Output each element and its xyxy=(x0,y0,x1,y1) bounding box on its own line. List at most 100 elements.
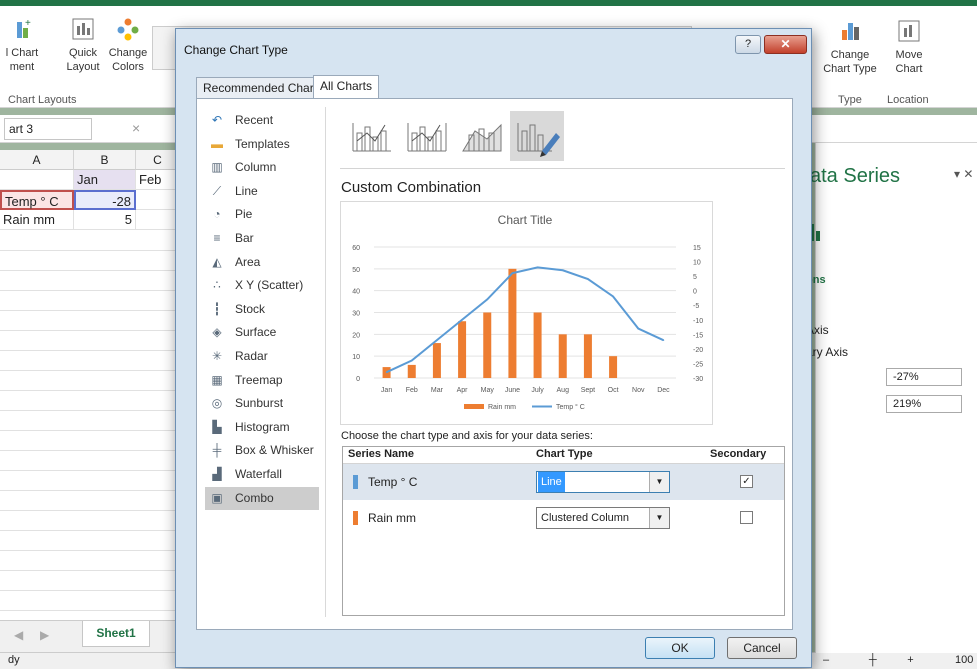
sidebar-item-column[interactable]: ▥ Column xyxy=(205,156,319,179)
legend-label-rain-mm: Rain mm xyxy=(488,404,516,411)
column-header-b[interactable]: B xyxy=(74,150,136,170)
sidebar-item-box-whisker[interactable]: ╪ Box & Whisker xyxy=(205,439,319,462)
sidebar-item-sunburst[interactable]: ◎ Sunburst xyxy=(205,392,319,415)
grid-row-line xyxy=(0,510,180,511)
y-tick-label: 20 xyxy=(352,332,360,339)
tab-all-charts[interactable]: All Charts xyxy=(313,75,380,99)
y-tick-label: 50 xyxy=(352,267,360,274)
quick-layout-button[interactable]: Quick Layout xyxy=(60,16,106,74)
grid-row-line xyxy=(0,290,180,291)
move-chart-icon xyxy=(898,20,920,42)
sidebar-item-pie[interactable]: ◔ Pie xyxy=(205,203,319,226)
series-table: Series Name Chart Type Secondary Axis Te… xyxy=(342,446,785,616)
sidebar-item-area[interactable]: ◭ Area xyxy=(205,251,319,274)
sidebar-item-waterfall[interactable]: ▟ Waterfall xyxy=(205,463,319,486)
scroll-right-icon[interactable]: ▶ xyxy=(40,628,49,642)
secondary-axis-checkbox[interactable] xyxy=(740,511,753,524)
combo-variant-3-icon[interactable] xyxy=(455,111,509,161)
sidebar-item-label: Stock xyxy=(235,301,266,316)
sidebar-item-combo[interactable]: ▣ Combo xyxy=(205,486,319,510)
secondary-axis-checkbox[interactable]: ✓ xyxy=(740,475,753,488)
scroll-left-icon[interactable]: ◀ xyxy=(14,628,23,642)
cell-b2[interactable]: -28 xyxy=(74,190,136,210)
help-button[interactable]: ? xyxy=(735,35,761,54)
tab-recommended-charts[interactable]: Recommended Charts xyxy=(196,77,331,99)
point-temp-c xyxy=(436,339,438,341)
grid-row-line xyxy=(0,610,180,611)
name-box[interactable]: art 3 xyxy=(4,118,92,140)
chevron-down-icon[interactable]: ▼ xyxy=(649,508,669,528)
chart-type-dropdown[interactable]: Clustered Column ▼ xyxy=(536,507,670,529)
sidebar-item-recent[interactable]: ↶ Recent xyxy=(205,109,319,132)
cell-a3[interactable]: Rain mm xyxy=(0,210,74,230)
y2-tick-label: -20 xyxy=(693,347,703,354)
cell-b1[interactable]: Jan xyxy=(74,170,136,190)
add-chart-element-button[interactable]: + l Chart ment xyxy=(0,16,44,74)
zoom-slider[interactable]: – ┼ + xyxy=(823,653,914,668)
change-colors-button[interactable]: Change Colors xyxy=(106,16,150,74)
combo-variant-2-icon[interactable] xyxy=(400,111,454,161)
bar-rain-mm xyxy=(533,312,542,378)
chart-element-icon: + xyxy=(17,18,31,38)
combo-variant-1-icon[interactable] xyxy=(345,111,399,161)
cancel-icon[interactable]: × xyxy=(132,120,140,136)
grid-row-line xyxy=(0,270,180,271)
custom-combination-icon[interactable] xyxy=(510,111,564,161)
sidebar-item-templates[interactable]: ▬ Templates xyxy=(205,133,319,156)
x-tick-label: May xyxy=(481,387,495,394)
sheet-tab-sheet1[interactable]: Sheet1 xyxy=(82,621,150,647)
sidebar-item-histogram[interactable]: ▙ Histogram xyxy=(205,416,319,439)
cell-c3[interactable] xyxy=(136,210,180,230)
series-overlap-field[interactable]: -27% xyxy=(886,368,962,386)
x-tick-label: Apr xyxy=(457,387,469,394)
point-temp-c xyxy=(385,371,388,373)
cell-b3[interactable]: 5 xyxy=(74,210,136,230)
grid-row-line xyxy=(0,410,180,411)
histogram-icon: ▙ xyxy=(212,419,222,434)
x-tick-label: Sept xyxy=(581,387,595,394)
sidebar-item-stock[interactable]: ┇ Stock xyxy=(205,298,319,321)
chart-type-value: Line xyxy=(538,472,565,492)
series-row[interactable]: Temp ° C Line ▼ ✓ xyxy=(343,464,784,500)
sidebar-item-label: Pie xyxy=(235,207,253,222)
secondary-axis-radio[interactable]: ary Axis xyxy=(806,345,848,359)
sidebar-item-label: Sunburst xyxy=(235,396,284,411)
treemap-icon: ▦ xyxy=(211,372,223,387)
divider xyxy=(325,107,326,617)
legend-swatch-rain-mm xyxy=(464,404,484,409)
chart-type-dropdown[interactable]: Line ▼ xyxy=(536,471,670,493)
pane-options-chevron-icon[interactable]: ▾ ✕ xyxy=(954,167,973,181)
sidebar-item-label: Line xyxy=(235,183,258,198)
close-button[interactable]: ✕ xyxy=(764,35,807,54)
sidebar-item-radar[interactable]: ✳ Radar xyxy=(205,345,319,368)
ok-button[interactable]: OK xyxy=(645,637,715,659)
series-color-swatch xyxy=(353,475,358,489)
x-tick-label: Mar xyxy=(431,387,444,394)
grid-row-line xyxy=(0,250,180,251)
sidebar-item-bar[interactable]: ≡ Bar xyxy=(205,227,319,250)
sidebar-item-label: Combo xyxy=(235,490,274,505)
change-chart-type-button[interactable]: Change Chart Type xyxy=(820,18,880,76)
sidebar-item-treemap[interactable]: ▦ Treemap xyxy=(205,369,319,392)
sidebar-item-x-y-scatter[interactable]: ∴ X Y (Scatter) xyxy=(205,274,319,297)
cell-a1[interactable] xyxy=(0,170,74,190)
cell-c1[interactable]: Feb xyxy=(136,170,180,190)
chevron-down-icon[interactable]: ▼ xyxy=(649,472,669,492)
svg-text:+: + xyxy=(25,18,31,29)
sidebar-item-line[interactable]: ⟋ Line xyxy=(205,180,319,203)
cancel-button[interactable]: Cancel xyxy=(727,637,797,659)
sidebar-item-surface[interactable]: ◈ Surface xyxy=(205,321,319,344)
column-header-a[interactable]: A xyxy=(0,150,74,170)
point-temp-c xyxy=(536,266,539,269)
move-chart-button[interactable]: Move Chart xyxy=(884,18,934,76)
cell-a2[interactable]: Temp ° C xyxy=(0,190,74,210)
column-header-c[interactable]: C xyxy=(136,150,180,170)
gap-width-field[interactable]: 219% xyxy=(886,395,962,413)
location-group-label: Location xyxy=(887,94,929,106)
point-temp-c xyxy=(587,278,589,280)
y2-tick-label: -25 xyxy=(693,361,703,368)
series-row[interactable]: Rain mm Clustered Column ▼ xyxy=(343,500,784,536)
grid-row-line xyxy=(0,390,180,391)
cell-c2[interactable] xyxy=(136,190,180,210)
worksheet-grid[interactable]: A B C Jan Feb Temp ° C -28 Rain mm 5 xyxy=(0,150,180,620)
